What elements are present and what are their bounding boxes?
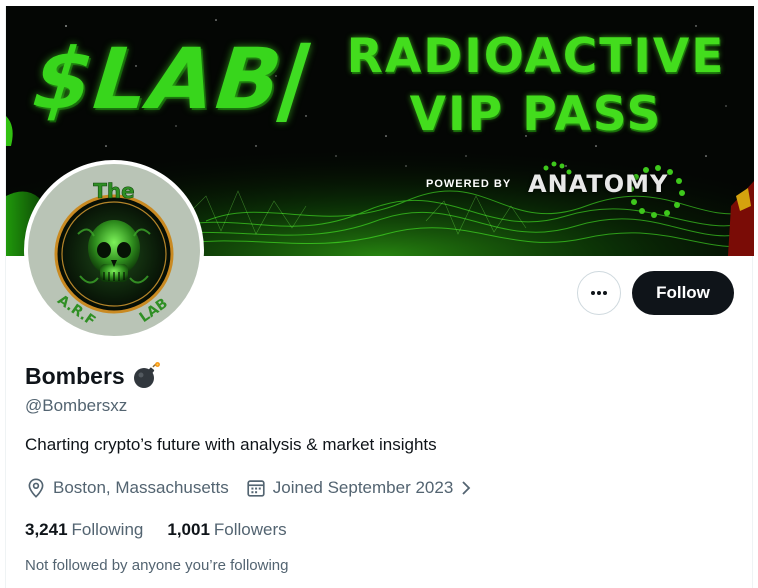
join-date-text: Joined September 2023	[272, 478, 454, 497]
profile-meta: Boston, Massachusetts Joined September 2…	[25, 475, 479, 501]
more-options-button[interactable]	[577, 271, 621, 315]
banner-title-line1: RADIOACTIVE	[346, 29, 726, 84]
more-dots-icon	[591, 291, 607, 295]
bomb-icon	[131, 361, 161, 391]
follow-stats: 3,241 Following 1,001 Followers	[25, 518, 287, 542]
following-label: Following	[71, 520, 144, 539]
following-count: 3,241	[25, 520, 68, 539]
join-date[interactable]: Joined September 2023	[245, 477, 480, 499]
follow-button[interactable]: Follow	[632, 271, 734, 315]
location: Boston, Massachusetts	[25, 477, 229, 499]
location-pin-icon	[28, 478, 44, 498]
followers-label: Followers	[213, 520, 287, 539]
display-name: Bombers	[25, 362, 125, 389]
calendar-icon	[247, 480, 265, 497]
following-link[interactable]: 3,241 Following	[25, 520, 143, 540]
banner-title: RADIOACTIVE VIP PASS	[336, 28, 736, 144]
followers-count: 1,001	[167, 520, 210, 539]
user-handle: @Bombersxz	[25, 396, 128, 415]
banner-powered-by: POWERED BY	[426, 178, 512, 190]
svg-text:The: The	[93, 179, 134, 203]
avatar-image: The A.R.F LAB	[28, 164, 200, 336]
followed-by-note: Not followed by anyone you’re following	[25, 557, 289, 574]
followers-link[interactable]: 1,001 Followers	[167, 520, 286, 540]
bio: Charting crypto’s future with analysis &…	[25, 435, 437, 454]
location-text: Boston, Massachusetts	[53, 478, 229, 497]
banner-lab-text: $LAB	[28, 30, 289, 128]
profile-card: $LAB / RADIOACTIVE VIP PASS POWERED BY A…	[5, 6, 754, 588]
banner-slash: /	[276, 24, 312, 136]
avatar[interactable]: The A.R.F LAB	[24, 160, 204, 340]
chevron-right-icon	[462, 481, 471, 495]
display-name-row: Bombers	[25, 360, 161, 392]
banner-title-line2: VIP PASS	[409, 87, 663, 142]
banner-brand: ANATOMY	[528, 170, 669, 198]
